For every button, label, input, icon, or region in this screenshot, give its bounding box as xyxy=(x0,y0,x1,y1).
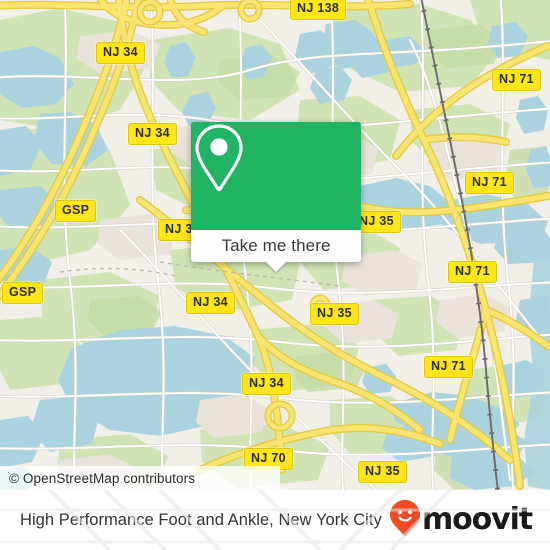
moovit-brand[interactable]: moovit xyxy=(389,499,550,542)
take-me-there-callout[interactable]: Take me there xyxy=(191,122,361,272)
moovit-smiley-pin-icon xyxy=(389,499,421,542)
road-shield: NJ 138 xyxy=(290,0,347,20)
callout-pin-area xyxy=(191,122,361,230)
footer-bar: High Performance Foot and Ankle, New Yor… xyxy=(0,490,550,550)
road-shield: NJ 34 xyxy=(128,123,177,145)
place-title: High Performance Foot and Ankle, New Yor… xyxy=(20,510,382,529)
callout-pointer xyxy=(266,262,286,272)
callout-footer[interactable]: Take me there xyxy=(191,230,361,272)
road-shield: NJ 71 xyxy=(424,356,473,378)
road-shield: GSP xyxy=(2,282,44,304)
moovit-wordmark: moovit xyxy=(421,502,533,537)
moovit-map-screenshot: NJ 138 NJ 34 NJ 71 NJ 34 NJ 71 GSP NJ 35… xyxy=(0,0,550,550)
road-shield: NJ 34 xyxy=(242,373,291,395)
road-shield: NJ 71 xyxy=(465,172,514,194)
road-shield: GSP xyxy=(55,200,97,222)
attribution-text: © OpenStreetMap contributors xyxy=(9,470,196,486)
road-shield: NJ 35 xyxy=(358,461,407,483)
road-shield: NJ 71 xyxy=(448,261,497,283)
map-canvas[interactable]: NJ 138 NJ 34 NJ 71 NJ 34 NJ 71 GSP NJ 35… xyxy=(0,0,550,490)
road-shield: NJ 34 xyxy=(96,42,145,64)
road-shield: NJ 71 xyxy=(492,69,541,91)
take-me-there-label: Take me there xyxy=(221,236,331,255)
road-shield: NJ 34 xyxy=(186,292,235,314)
road-shield: NJ 35 xyxy=(310,303,359,325)
map-attribution[interactable]: © OpenStreetMap contributors xyxy=(0,466,280,490)
